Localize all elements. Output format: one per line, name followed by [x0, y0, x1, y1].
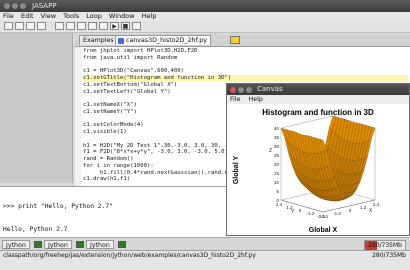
cut-button[interactable]: [55, 22, 64, 30]
code-line: from jhplot import HPlot3D,H2D,F2D: [83, 48, 198, 54]
z-axis-label: Z: [269, 148, 272, 154]
new-file-button[interactable]: [4, 22, 13, 30]
file-tree-panel[interactable]: [0, 33, 73, 183]
redo-button[interactable]: [99, 22, 108, 30]
code-line: c1.setGTitle("Histogram and function in …: [83, 75, 408, 82]
surface-chart[interactable]: Histogram and function in 3D Global Y Gl…: [227, 104, 409, 235]
window-title-bar: JASAPP: [0, 0, 410, 12]
status-bar: classpath/org/freehep/jas/extension/jyth…: [0, 250, 410, 270]
x-axis-label: X: [369, 208, 373, 214]
menu-file[interactable]: File: [3, 12, 14, 20]
z-tick-label: 15: [274, 171, 280, 176]
canvas-menu-file[interactable]: File: [230, 96, 241, 103]
z-tick-label: 30: [274, 144, 280, 149]
x-tick-label: 0: [349, 208, 352, 213]
editor-gutter: [75, 47, 81, 186]
maximize-window-button[interactable]: [20, 3, 26, 9]
tab-canvas-script-label: canvas3D_histo2D_2hf.py: [126, 37, 208, 44]
canvas-maximize-button[interactable]: [246, 86, 252, 93]
console-line: >>> print "Hello, Python 2.7": [3, 203, 113, 210]
minimize-window-button[interactable]: [12, 3, 18, 9]
menu-window[interactable]: Window: [109, 12, 135, 20]
status-path: classpath/org/freehep/jas/extension/jyth…: [3, 252, 256, 259]
canvas-menu-bar: File Help: [227, 95, 409, 104]
y-tick-label: 2.4: [276, 202, 283, 207]
shell-tab-3[interactable]: Jython: [86, 240, 114, 249]
jython-icon: [76, 241, 84, 248]
undo-button[interactable]: [88, 22, 97, 30]
save-file-button[interactable]: [26, 22, 35, 30]
shell-tab-2[interactable]: Jython: [44, 240, 72, 249]
paste-button[interactable]: [77, 22, 86, 30]
window-title: JASAPP: [32, 2, 57, 10]
z-tick-label: 25: [274, 153, 280, 158]
x-tick-label: 1.2: [360, 205, 367, 210]
stop-button[interactable]: ■: [121, 22, 130, 30]
copy-button[interactable]: [66, 22, 75, 30]
canvas-close-button[interactable]: [230, 86, 236, 93]
jython-icon: [118, 241, 126, 248]
menu-loop[interactable]: Loop: [86, 12, 102, 20]
toolbar: ▶ ■: [0, 21, 410, 33]
console-line: Hello, Python 2.7: [3, 225, 68, 233]
tab-examples[interactable]: Examples: [79, 35, 118, 45]
canvas-menu-help[interactable]: Help: [249, 96, 263, 103]
reload-icon[interactable]: [230, 36, 240, 44]
chart-title: Histogram and function in 3D: [262, 108, 374, 117]
box-edge: [280, 115, 334, 129]
tab-canvas-script[interactable]: canvas3D_histo2D_2hf.py: [115, 35, 212, 45]
canvas-title-bar: Canvas: [227, 84, 409, 95]
jython-icon: [34, 241, 42, 248]
z-tick-label: 5: [276, 189, 279, 194]
x-tick-label: 2.4: [373, 202, 380, 207]
x-axis-title: Global X: [309, 227, 338, 234]
menu-help[interactable]: Help: [142, 12, 157, 20]
code-line: c1 = HPlot3D("Canvas",600,400): [83, 68, 185, 75]
shell-tab-1[interactable]: Jython: [2, 240, 30, 249]
menu-bar: File Edit View Tools Loop Window Help: [0, 12, 410, 21]
code-line: from java.util import Random: [83, 54, 178, 61]
run-button[interactable]: ▶: [110, 22, 119, 30]
menu-edit[interactable]: Edit: [21, 12, 34, 20]
y-tick-label: -1.2: [307, 211, 315, 216]
menu-tools[interactable]: Tools: [63, 12, 79, 20]
z-tick-label: 10: [274, 180, 280, 185]
y-tick-label: -2.4: [317, 214, 325, 219]
shell-tab-bar: Jython Jython Jython 280/735Mb: [0, 237, 410, 251]
canvas-minimize-button[interactable]: [238, 86, 244, 93]
print-button[interactable]: [37, 22, 46, 30]
open-file-button[interactable]: [15, 22, 24, 30]
z-tick-label: 40: [274, 126, 280, 131]
z-tick-label: 35: [274, 135, 280, 140]
editor-tab-bar: Examples canvas3D_histo2D_2hf.py: [75, 34, 410, 46]
x-tick-label: -1.2: [333, 211, 341, 216]
canvas-title: Canvas: [257, 85, 283, 93]
status-memory: 280/735Mb: [372, 252, 406, 259]
menu-view[interactable]: View: [41, 12, 56, 20]
close-window-button[interactable]: [4, 3, 10, 9]
y-tick-label: 0: [299, 208, 302, 213]
y-axis-title: Global Y: [233, 156, 240, 185]
plot-area: 4035302520151050Z-2.4-1.201.22.42.41.20-…: [269, 115, 380, 219]
z-tick-label: 20: [274, 162, 280, 167]
y-axis-label: Y: [291, 209, 295, 215]
python-file-icon: [118, 38, 124, 44]
refresh-button[interactable]: [132, 22, 141, 30]
